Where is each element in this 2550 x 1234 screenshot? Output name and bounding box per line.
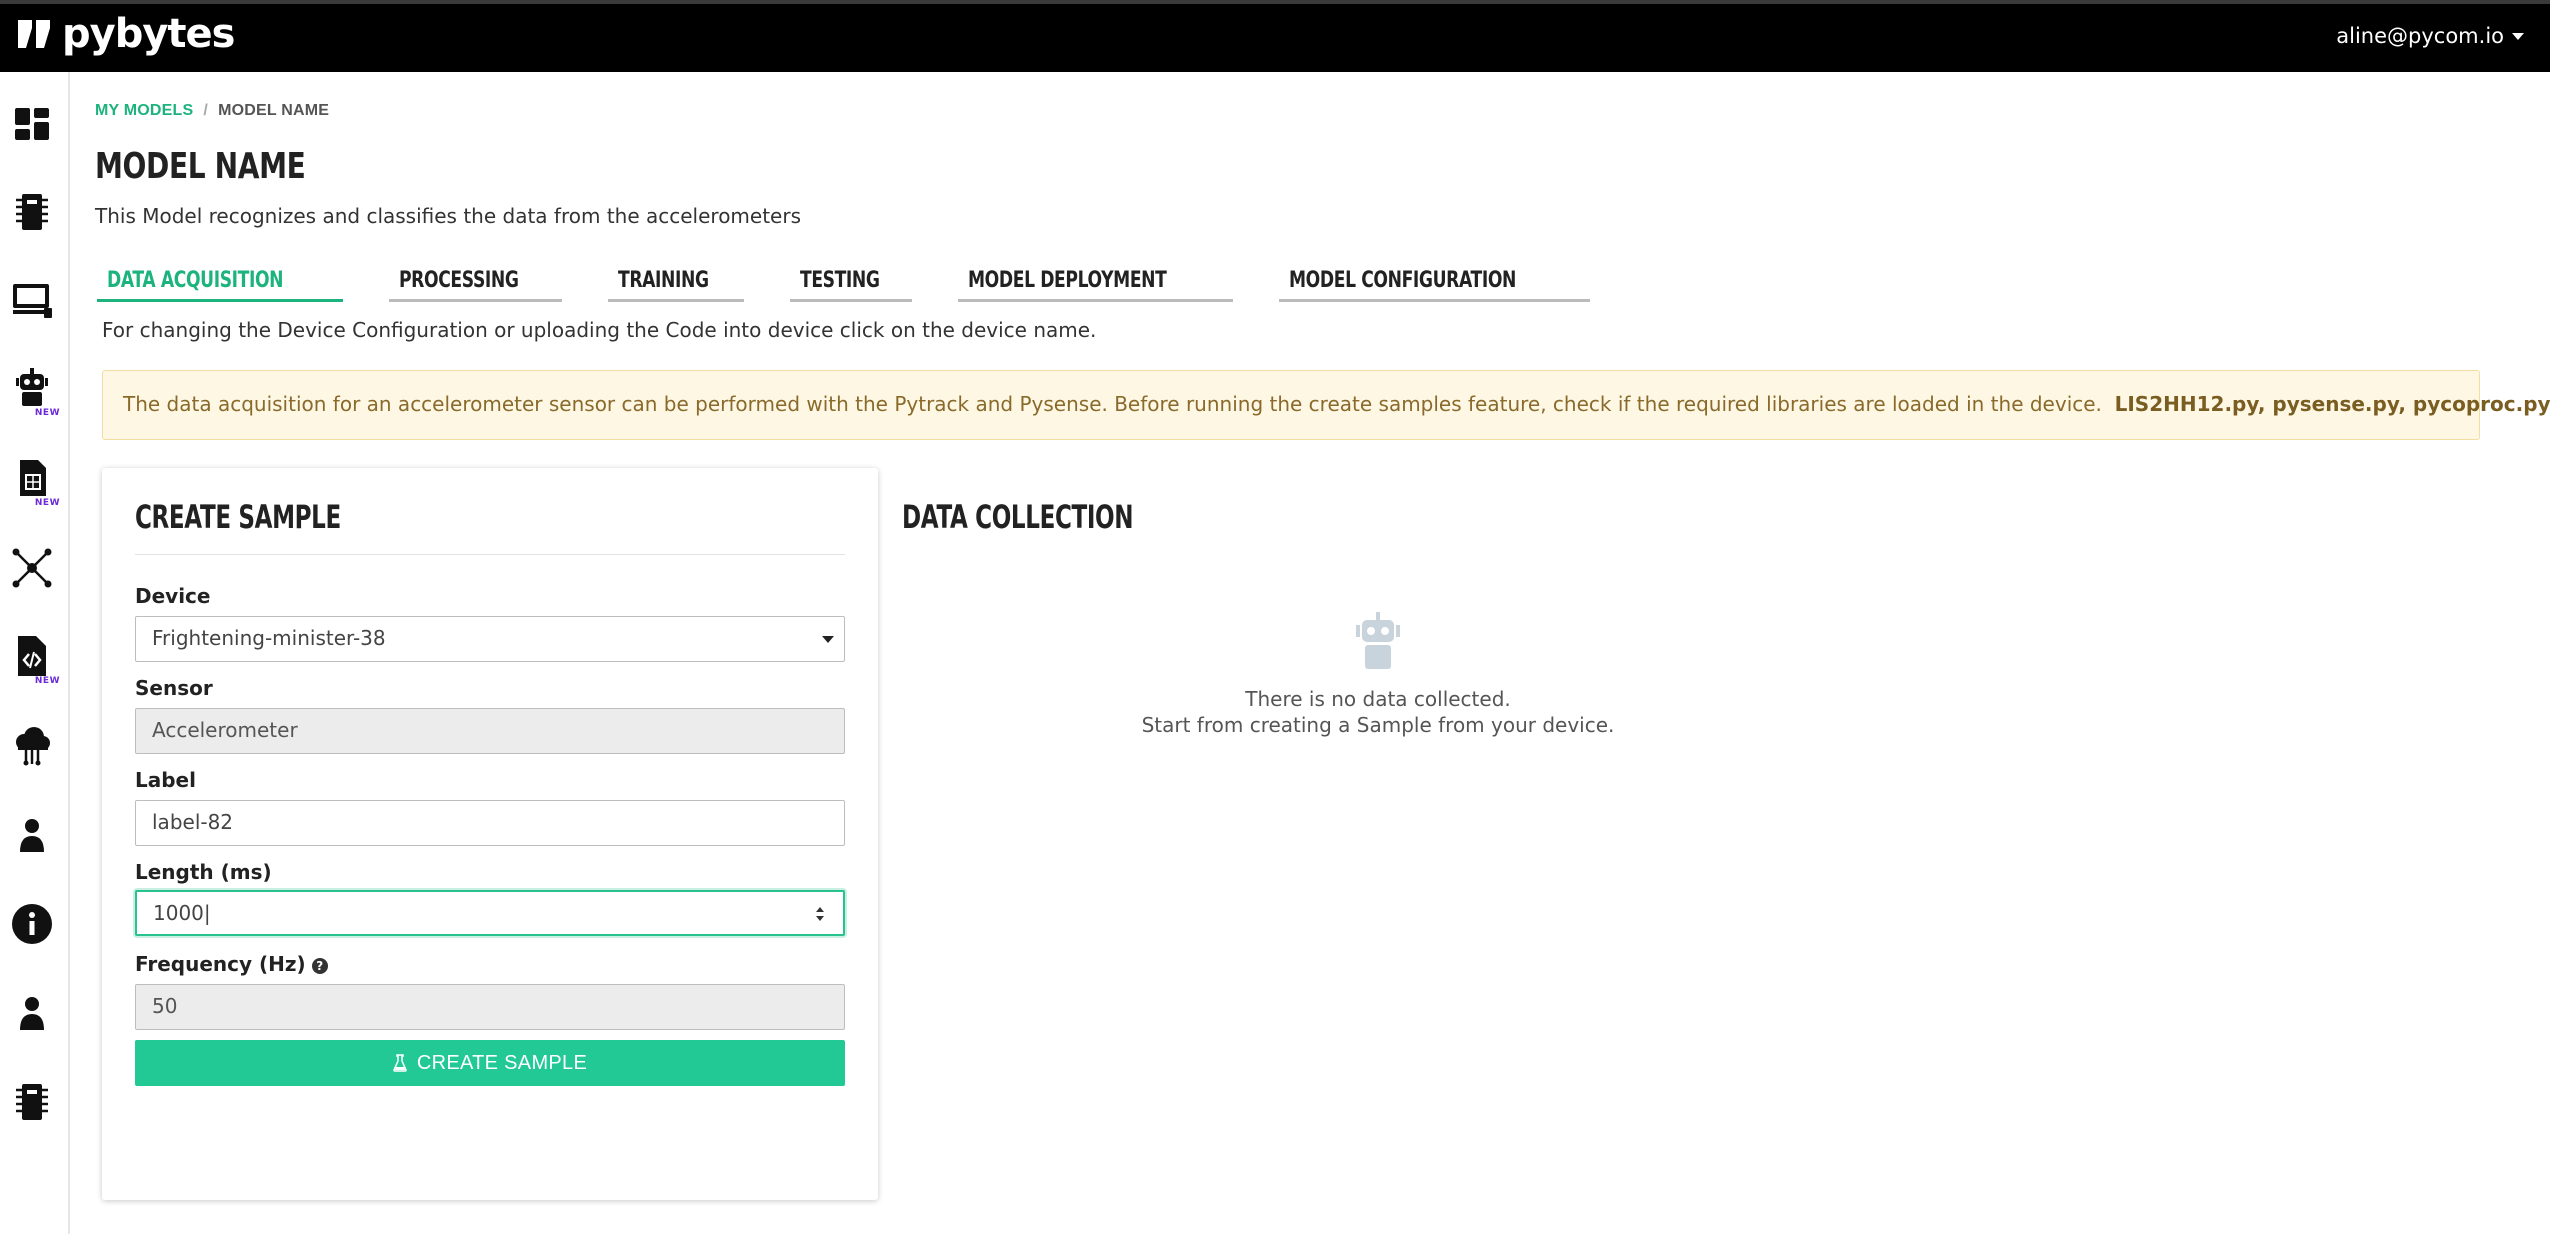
sidebar-item-firmware[interactable] [10,1080,54,1124]
top-bar: pybytes aline@pycom.io [0,0,2550,72]
chip-icon [16,1084,48,1120]
alert-text: The data acquisition for an acceleromete… [123,392,2102,416]
user-icon [20,997,44,1030]
new-badge: NEW [34,676,60,686]
tab-label: TESTING [800,268,880,293]
robot-icon [1356,612,1400,669]
device-label: Device [135,584,211,608]
tab-label: PROCESSING [398,268,519,293]
chevron-down-icon [822,636,834,643]
device-config-hint: For changing the Device Configuration or… [102,318,1097,342]
sidebar-item-account[interactable] [10,814,54,858]
cloud-icon [16,727,50,766]
label-input-value: label-82 [152,810,234,834]
sidebar-item-sim[interactable]: NEW [10,456,59,508]
sidebar-item-info[interactable] [10,902,54,946]
tab-data-acquisition[interactable]: DATA ACQUISITION [97,262,343,302]
data-collection-title: DATA COLLECTION [902,498,1134,536]
device-select[interactable]: Frightening-minister-38 [135,616,845,662]
breadcrumb-my-models[interactable]: MY MODELS [95,102,193,120]
label-label: Label [135,768,196,792]
new-badge: NEW [34,498,60,508]
length-input[interactable]: 1000| [135,890,845,936]
create-sample-button[interactable]: CREATE SAMPLE [135,1040,845,1086]
sidebar-item-dashboard[interactable] [10,102,54,146]
page-description: This Model recognizes and classifies the… [95,204,802,228]
create-sample-card: CREATE SAMPLE Device Frightening-ministe… [102,468,878,1200]
logo-text: pybytes [62,11,235,57]
create-sample-button-label: CREATE SAMPLE [416,1051,588,1074]
tab-model-deployment[interactable]: MODEL DEPLOYMENT [958,262,1233,302]
sidebar-item-pyconfig[interactable] [10,278,54,322]
chevron-down-icon [2512,32,2524,40]
length-input-value: 1000| [153,901,211,925]
tab-bar: DATA ACQUISITION PROCESSING TRAINING TES… [97,262,1636,302]
sidebar-item-scripts[interactable]: NEW [10,634,59,686]
network-icon [12,548,52,588]
flask-icon [393,1054,407,1072]
frequency-value: 50 [152,994,178,1018]
sensor-field: Accelerometer [135,708,845,754]
tab-training[interactable]: TRAINING [608,262,745,302]
sidebar-item-devices[interactable] [10,190,54,234]
dashboard-icon [15,108,49,140]
tab-label: MODEL CONFIGURATION [1288,268,1516,293]
code-file-icon [18,636,46,676]
user-icon [20,819,44,852]
pybytes-logo-icon [18,20,50,48]
sidebar-item-integrations[interactable] [10,724,54,768]
breadcrumb-separator: / [203,102,209,119]
frequency-label-text: Frequency (Hz) [135,952,306,976]
sensor-label: Sensor [135,676,213,700]
chip-icon [16,194,48,230]
sidebar-item-team[interactable] [10,992,54,1036]
divider [135,554,845,555]
sidebar-item-machine-learning[interactable]: NEW [10,366,59,418]
frequency-label: Frequency (Hz)? [135,952,328,976]
breadcrumb: MY MODELS / MODEL NAME [95,102,329,120]
tab-processing[interactable]: PROCESSING [388,262,563,302]
new-badge: NEW [34,408,60,418]
data-collection-empty-state: There is no data collected. Start from c… [1128,612,1628,738]
tab-label: TRAINING [618,268,709,293]
tab-label: DATA ACQUISITION [107,268,284,293]
device-select-value: Frightening-minister-38 [152,626,386,650]
pybytes-logo[interactable]: pybytes [14,11,235,57]
length-label: Length (ms) [135,860,272,884]
empty-message-line2: Start from creating a Sample from your d… [1141,713,1615,737]
tab-model-configuration[interactable]: MODEL CONFIGURATION [1278,262,1590,302]
user-menu[interactable]: aline@pycom.io [2336,24,2524,48]
alert-libraries: LIS2HH12.py, pysense.py, pycoproc.py [2114,392,2550,416]
breadcrumb-current: MODEL NAME [218,102,330,119]
sensor-value: Accelerometer [152,718,298,742]
tab-label: MODEL DEPLOYMENT [968,268,1167,293]
sidebar: NEW NEW NEW [0,72,70,1234]
number-spinner-icon[interactable] [815,904,825,924]
page-title: MODEL NAME [95,146,306,187]
sim-card-icon [20,460,46,496]
empty-message-line1: There is no data collected. [1245,687,1511,711]
info-icon [12,904,52,944]
frequency-field: 50 [135,984,845,1030]
tab-testing[interactable]: TESTING [790,262,913,302]
libraries-alert: The data acquisition for an acceleromete… [102,370,2550,440]
help-icon[interactable]: ? [311,958,328,974]
create-sample-title: CREATE SAMPLE [135,498,341,536]
user-email: aline@pycom.io [2336,24,2504,48]
sidebar-item-networks[interactable] [10,546,54,590]
robot-icon [16,368,48,406]
label-input[interactable]: label-82 [135,800,845,846]
monitor-icon [13,284,52,318]
